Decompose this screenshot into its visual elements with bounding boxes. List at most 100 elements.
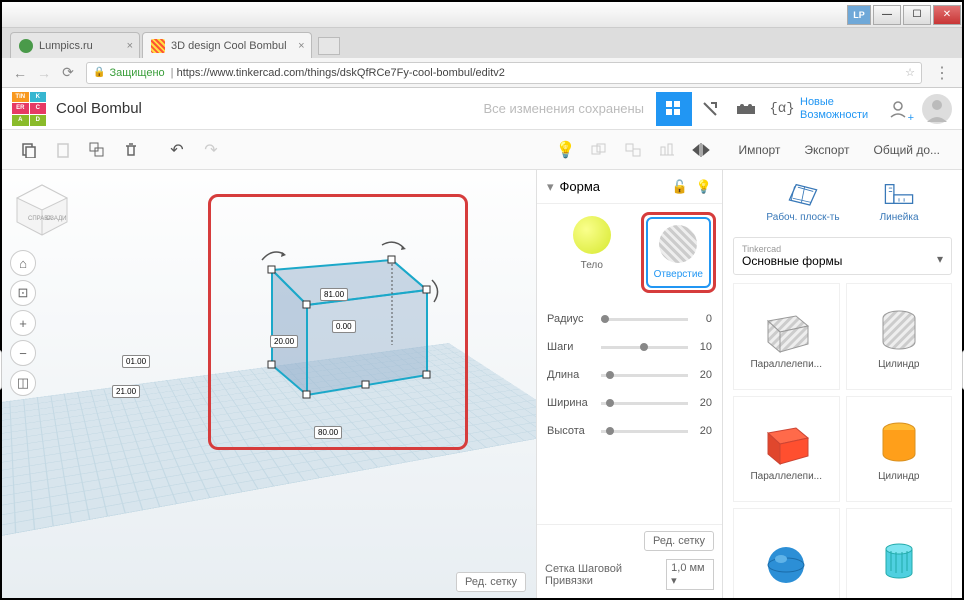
align-button[interactable]	[652, 135, 682, 165]
export-button[interactable]: Экспорт	[794, 135, 859, 165]
delete-button[interactable]	[116, 135, 146, 165]
edit-grid-button[interactable]: Ред. сетку	[456, 572, 526, 592]
solid-option[interactable]: Тело	[547, 216, 637, 289]
chevron-down-icon[interactable]: ▾	[547, 179, 554, 195]
nav-back-button[interactable]: ←	[8, 61, 32, 85]
shape-sphere[interactable]	[733, 508, 840, 598]
nav-forward-button[interactable]: →	[32, 61, 56, 85]
ungroup-button[interactable]	[618, 135, 648, 165]
browser-menu-button[interactable]: ⋮	[928, 63, 956, 83]
mode-blocks-button[interactable]	[692, 92, 728, 126]
param-value[interactable]: 20	[688, 397, 712, 409]
bulb-button[interactable]: 💡	[550, 135, 580, 165]
tube-icon	[869, 533, 929, 589]
tinkercad-logo[interactable]: TINKERCAD	[12, 92, 46, 126]
browser-addressbar: ← → ⟳ 🔒 Защищено | https://www.tinkercad…	[2, 58, 962, 88]
workplane-icon	[786, 180, 820, 208]
paste-button[interactable]	[48, 135, 78, 165]
url-text: https://www.tinkercad.com/things/dskQfRC…	[177, 67, 505, 79]
group-button[interactable]	[584, 135, 614, 165]
snap-value-select[interactable]: 1,0 мм ▾	[666, 559, 714, 590]
param-label: Шаги	[547, 341, 601, 353]
duplicate-button[interactable]	[82, 135, 112, 165]
paste-icon	[56, 142, 70, 158]
tab-close-icon[interactable]: ×	[298, 40, 304, 52]
solid-swatch-icon	[573, 216, 611, 254]
new-tab-button[interactable]	[318, 37, 340, 55]
shape-params: Радиус 0 Шаги 10 Длина 20 Ширина 20 Высо…	[537, 301, 722, 449]
cylinder-solid-icon	[869, 415, 929, 471]
param-slider[interactable]	[601, 374, 688, 377]
svg-text:СЗАДИ: СЗАДИ	[46, 216, 66, 222]
tab-title: 3D design Cool Bombul	[171, 40, 287, 52]
param-value[interactable]: 20	[688, 369, 712, 381]
user-avatar[interactable]	[922, 94, 952, 124]
group-icon	[591, 143, 607, 157]
zoom-out-button[interactable]: −	[10, 340, 36, 366]
hole-option[interactable]: Отверстие	[646, 217, 711, 288]
shape-box-solid[interactable]: Параллелепи...	[733, 396, 840, 503]
fit-view-button[interactable]: ⊡	[10, 280, 36, 306]
tab-close-icon[interactable]: ×	[127, 40, 133, 52]
project-title[interactable]: Cool Bombul	[56, 100, 142, 117]
zoom-in-button[interactable]: +	[10, 310, 36, 336]
window-minimize[interactable]: —	[873, 5, 901, 25]
viewcube[interactable]: СПРАВА СЗАДИ	[12, 180, 72, 240]
share-button[interactable]: Общий до...	[864, 135, 951, 165]
duplicate-icon	[89, 142, 105, 158]
shape-tube[interactable]	[846, 508, 953, 598]
shape-label: Параллелепи...	[750, 471, 822, 482]
param-slider[interactable]	[601, 402, 688, 405]
panel-collapse-left[interactable]: ◂	[0, 350, 2, 390]
shape-cylinder-solid[interactable]: Цилиндр	[846, 396, 953, 503]
nav-reload-button[interactable]: ⟳	[56, 61, 80, 85]
window-maximize[interactable]: ☐	[903, 5, 931, 25]
shape-cylinder-hole[interactable]: Цилиндр	[846, 283, 953, 390]
ortho-toggle-button[interactable]: ◫	[10, 370, 36, 396]
param-value[interactable]: 20	[688, 425, 712, 437]
lock-icon[interactable]: 🔓	[672, 179, 688, 195]
copy-button[interactable]	[14, 135, 44, 165]
param-slider[interactable]	[601, 318, 688, 321]
sphere-icon	[756, 533, 816, 589]
chevron-down-icon: ▾	[937, 252, 943, 266]
mode-code-button[interactable]: {α}	[764, 92, 800, 126]
align-icon	[659, 143, 675, 157]
import-button[interactable]: Импорт	[728, 135, 790, 165]
shape-category-select[interactable]: Tinkercad Основные формы ▾	[733, 237, 952, 275]
box-solid-icon	[756, 415, 816, 471]
param-value[interactable]: 10	[688, 341, 712, 353]
edit-grid-button[interactable]: Ред. сетку	[644, 531, 714, 551]
favicon-icon	[151, 39, 165, 53]
solid-hole-selector: Тело Отверстие	[537, 204, 722, 301]
ruler-tool[interactable]: Линейка	[880, 180, 919, 223]
redo-button[interactable]: ↷	[196, 135, 226, 165]
avatar-icon	[922, 94, 952, 124]
window-close[interactable]: ✕	[933, 5, 961, 25]
snap-grid-label: Сетка Шаговой Привязки	[545, 563, 660, 587]
home-view-button[interactable]: ⌂	[10, 250, 36, 276]
new-features-link[interactable]: НовыеВозможности	[800, 96, 880, 120]
param-value[interactable]: 0	[688, 313, 712, 325]
app-toolbar: ↶ ↷ 💡 Импорт Экспорт Общий до...	[2, 130, 962, 170]
undo-button[interactable]: ↶	[162, 135, 192, 165]
shapes-grid: Параллелепи... Цилиндр Параллелепи... Ци…	[723, 283, 962, 598]
canvas-3d[interactable]: СПРАВА СЗАДИ ⌂ ⊡ + − ◫ 01.00 21.00	[2, 170, 536, 598]
browser-tab-tinkercad[interactable]: 3D design Cool Bombul ×	[142, 32, 312, 58]
star-icon[interactable]: ☆	[905, 66, 915, 79]
ruler-icon	[882, 180, 916, 208]
grid-measure: 01.00	[122, 355, 150, 368]
add-user-button[interactable]: +	[880, 92, 916, 126]
mode-bricks-button[interactable]	[728, 92, 764, 126]
param-slider[interactable]	[601, 346, 688, 349]
bulb-icon[interactable]: 💡	[696, 179, 712, 195]
mode-3d-button[interactable]	[656, 92, 692, 126]
param-slider[interactable]	[601, 430, 688, 433]
workplane-tool[interactable]: Рабоч. плоск-ть	[766, 180, 839, 223]
url-field[interactable]: 🔒 Защищено | https://www.tinkercad.com/t…	[86, 62, 922, 84]
trash-icon	[124, 142, 138, 158]
param-row: Длина 20	[547, 361, 712, 389]
shape-box-hole[interactable]: Параллелепи...	[733, 283, 840, 390]
mirror-button[interactable]	[686, 135, 716, 165]
browser-tab-lumpics[interactable]: Lumpics.ru ×	[10, 32, 140, 58]
